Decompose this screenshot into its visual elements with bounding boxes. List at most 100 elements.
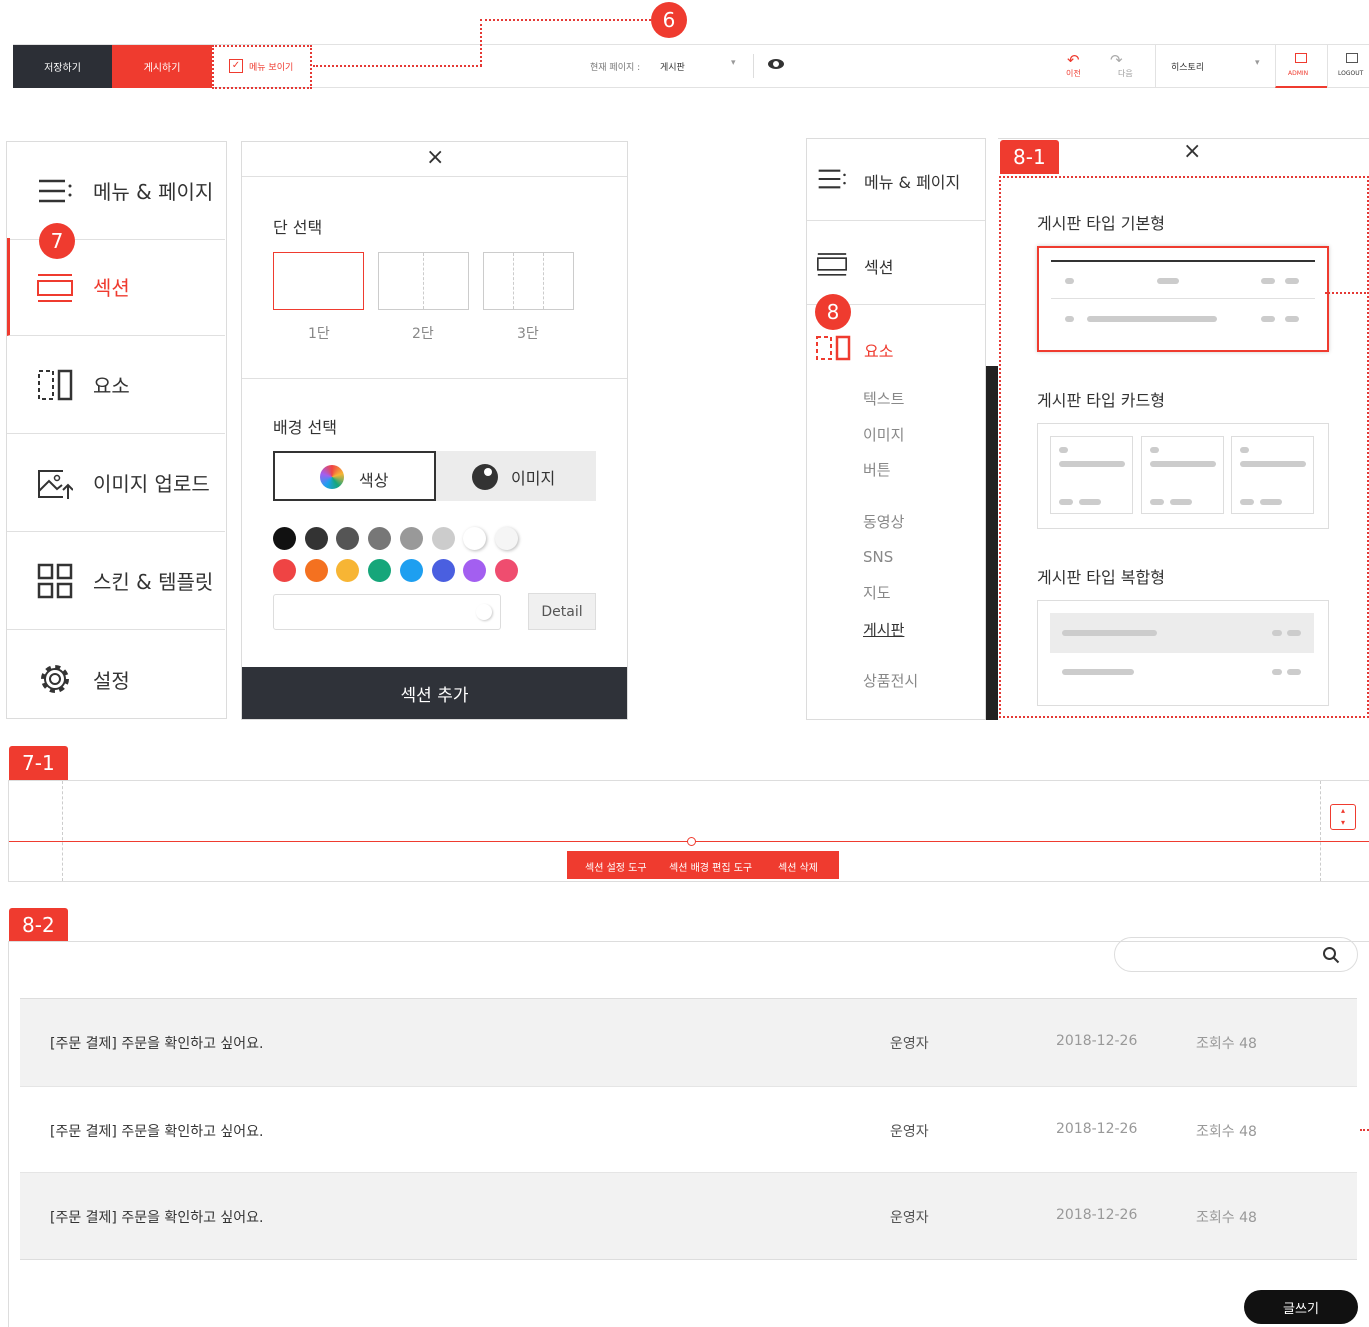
chevron-down-icon[interactable]: ▾ [1255,58,1260,68]
undo-icon[interactable]: ↶ [1067,51,1080,69]
element-sub-board[interactable]: 게시판 [863,619,904,640]
sidebar-item-element[interactable]: 요소 [7,336,225,434]
color-input[interactable] [273,594,501,630]
post-views: 조회수 48 [1196,1036,1257,1052]
color-swatch[interactable] [368,559,392,582]
column-3-option[interactable] [483,252,574,310]
board-mixed-title: 게시판 타입 복합형 [1037,568,1165,587]
redo-label[interactable]: 다음 [1118,68,1133,79]
callout-badge-8: 8 [815,294,851,330]
search-icon[interactable] [1322,946,1340,964]
chevron-down-icon[interactable]: ▾ [731,58,736,68]
color-swatch[interactable] [431,559,455,582]
history-select[interactable]: 히스토리 [1171,60,1204,73]
sidebar-item-skin-template[interactable]: 스킨 & 템플릿 [7,532,225,630]
board-basic-title: 게시판 타입 기본형 [1037,214,1165,233]
column-1-option[interactable] [273,252,364,310]
color-swatch[interactable] [463,559,487,582]
sidebar-item-image-upload[interactable]: 이미지 업로드 [7,434,225,532]
bg-image-tab[interactable]: 이미지 [436,451,596,501]
checkbox-icon[interactable]: ✓ [229,59,243,73]
post-views: 조회수 48 [1196,1124,1257,1140]
element-sub-image[interactable]: 이미지 [863,424,904,445]
gear-icon [41,665,69,693]
color-swatch[interactable] [494,559,518,582]
search-input[interactable] [1114,937,1358,972]
table-row[interactable]: [주문 결제] 주문을 확인하고 싶어요. 운영자 2018-12-26 조회수… [20,999,1357,1086]
image-icon [472,464,498,490]
close-icon[interactable]: × [1183,139,1201,164]
section-bg-edit-button[interactable]: 섹션 배경 편집 도구 [669,859,752,874]
bg-image-label: 이미지 [511,469,556,488]
post-title[interactable]: [주문 결제] 주문을 확인하고 싶어요. [50,1033,264,1053]
post-views: 조회수 48 [1196,1210,1257,1226]
section-settings-button[interactable]: 섹션 설정 도구 [585,859,647,874]
color-swatch[interactable] [463,527,487,550]
color-swatch[interactable] [273,527,296,550]
admin-label: ADMIN [1288,70,1309,77]
logout-label: LOGOUT [1338,70,1364,77]
sidebar-item-label: 섹션 [864,258,894,277]
color-swatch[interactable] [336,559,360,582]
close-icon[interactable]: × [426,145,444,170]
sidebar-item-label: 섹션 [93,276,130,300]
sidebar-item-section[interactable]: 섹션 [807,221,985,305]
add-section-button[interactable]: 섹션 추가 [242,667,627,719]
post-date: 2018-12-26 [1056,1033,1138,1049]
admin-button[interactable]: ADMIN [1275,45,1327,88]
sidebar-item-label: 설정 [93,668,130,693]
scrollbar[interactable] [986,366,998,720]
color-swatch[interactable] [399,559,423,582]
column-2-option[interactable] [378,252,469,310]
write-button[interactable]: 글쓰기 [1244,1290,1358,1324]
color-swatch[interactable] [304,559,328,582]
callout-line [480,19,482,66]
element-sub-sns[interactable]: SNS [863,548,893,566]
callout-line [313,65,482,67]
color-swatch[interactable] [494,527,518,550]
section-panel: × 단 선택 1단 2단 3단 배경 선택 색상 이미지 Detail 섹션 추… [241,141,628,720]
element-sub-product[interactable]: 상품전시 [863,670,918,691]
board-basic-option[interactable] [1037,246,1329,352]
element-sub-map[interactable]: 지도 [863,582,891,603]
post-date: 2018-12-26 [1056,1207,1138,1223]
current-page-select[interactable]: 게시판 [660,60,685,73]
bg-color-tab[interactable]: 색상 [273,451,436,501]
grid-icon [37,563,73,598]
resize-handle[interactable] [687,837,696,846]
logout-icon [1346,53,1358,63]
element-sub-button[interactable]: 버튼 [863,459,891,480]
redo-icon[interactable]: ↷ [1110,51,1123,69]
sidebar-item-section[interactable]: 섹션 [7,238,225,336]
post-title[interactable]: [주문 결제] 주문을 확인하고 싶어요. [50,1121,264,1141]
background-title: 배경 선택 [273,418,337,437]
table-row[interactable]: [주문 결제] 주문을 확인하고 싶어요. 운영자 2018-12-26 조회수… [20,1086,1357,1173]
color-swatch[interactable] [273,559,296,582]
admin-icon [1295,53,1307,63]
color-swatch[interactable] [368,527,392,550]
element-icon [38,369,73,400]
undo-label[interactable]: 이전 [1066,68,1081,79]
save-button[interactable]: 저장하기 [13,45,112,88]
menu-toggle-label[interactable]: 메뉴 보이기 [249,60,293,73]
board-mixed-option[interactable] [1037,600,1329,706]
board-card-option[interactable] [1037,423,1329,529]
sidebar-item-menu-page[interactable]: 메뉴 & 페이지 [7,142,225,240]
element-sub-text[interactable]: 텍스트 [863,388,904,409]
eye-icon[interactable] [768,59,784,69]
post-title[interactable]: [주문 결제] 주문을 확인하고 싶어요. [50,1207,264,1227]
color-swatch[interactable] [304,527,328,550]
table-row[interactable]: [주문 결제] 주문을 확인하고 싶어요. 운영자 2018-12-26 조회수… [20,1173,1357,1260]
sidebar-item-settings[interactable]: 설정 [7,630,225,728]
board-type-panel: 게시판 타입 기본형 게시판 타입 카드형 게시판 타입 복합형 [999,176,1369,718]
color-swatch[interactable] [399,527,423,550]
detail-button[interactable]: Detail [528,593,596,630]
section-order-icon[interactable]: ▴ ▾ [1330,804,1356,830]
color-swatch[interactable] [431,527,455,550]
publish-button[interactable]: 게시하기 [112,45,212,88]
logout-button[interactable]: LOGOUT [1327,45,1369,88]
sidebar-item-menu-page[interactable]: 메뉴 & 페이지 [807,139,985,221]
section-delete-button[interactable]: 섹션 삭제 [778,859,818,874]
color-swatch[interactable] [336,527,360,550]
element-sub-video[interactable]: 동영상 [863,511,904,532]
